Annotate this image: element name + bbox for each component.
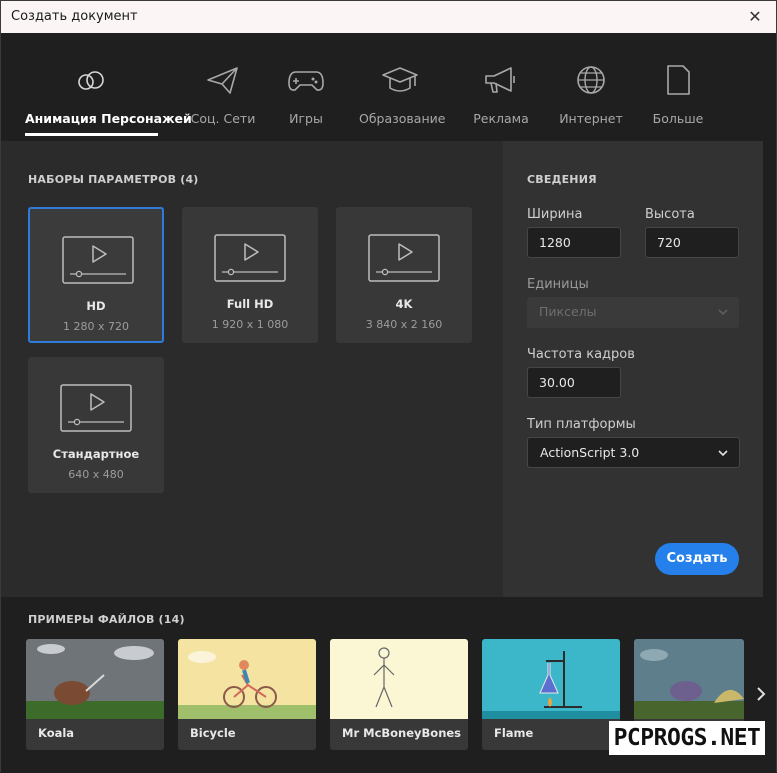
- preset-size: 3 840 x 2 160: [365, 318, 443, 331]
- skeleton-thumbnail: [330, 639, 468, 719]
- sample-flame[interactable]: Flame: [482, 639, 620, 750]
- tab-education[interactable]: Образование: [359, 33, 446, 141]
- presets-panel: НАБОРЫ ПАРАМЕТРОВ (4) HD 1 280 x 720 Ful…: [1, 141, 503, 597]
- tab-label: Образование: [359, 111, 446, 126]
- active-tab-indicator: [25, 133, 158, 136]
- fps-label: Частота кадров: [527, 347, 635, 362]
- sample-koala[interactable]: Koala: [26, 639, 164, 750]
- platform-label: Тип платформы: [527, 417, 636, 432]
- chevron-right-icon[interactable]: [753, 684, 769, 704]
- preset-name: Стандартное: [52, 447, 140, 461]
- platform-dropdown[interactable]: ActionScript 3.0: [527, 437, 740, 468]
- sample-thumbnail: [634, 639, 744, 719]
- samples-title: ПРИМЕРЫ ФАЙЛОВ (14): [28, 613, 185, 626]
- width-label: Ширина: [527, 207, 583, 222]
- watermark: PCPROGS.NET: [609, 721, 765, 755]
- presets-title: НАБОРЫ ПАРАМЕТРОВ (4): [28, 173, 199, 186]
- height-input[interactable]: 720: [645, 227, 739, 258]
- tab-label: Реклама: [473, 111, 529, 126]
- flame-thumbnail: [482, 639, 620, 719]
- graduation-cap-icon: [382, 67, 418, 92]
- preset-card-standard[interactable]: Стандартное 640 x 480: [28, 357, 164, 493]
- video-preset-icon: [62, 236, 134, 284]
- character-animation-icon: [77, 71, 104, 90]
- title-bar: Создать документ ✕: [1, 1, 776, 33]
- video-preset-icon: [368, 234, 440, 282]
- sample-name: Mr McBoneyBones: [342, 726, 462, 740]
- units-label: Единицы: [527, 277, 589, 292]
- preset-name: HD: [86, 299, 106, 313]
- units-value: Пикселы: [539, 304, 597, 319]
- chevron-down-icon: [718, 450, 728, 457]
- tab-character-animation[interactable]: Анимация Персонажей: [25, 33, 192, 141]
- preset-name: Full HD: [226, 297, 274, 311]
- tab-ads[interactable]: Реклама: [473, 33, 529, 141]
- window-title: Создать документ: [11, 9, 138, 24]
- sample-mr-mcboneybones[interactable]: Mr McBoneyBones: [330, 639, 468, 750]
- preset-card-4k[interactable]: 4K 3 840 x 2 160: [336, 207, 472, 343]
- preset-card-full-hd[interactable]: Full HD 1 920 x 1 080: [182, 207, 318, 343]
- preset-size: 640 x 480: [68, 468, 124, 481]
- create-button[interactable]: Создать: [655, 543, 739, 575]
- height-label: Высота: [645, 207, 695, 222]
- width-input[interactable]: 1280: [527, 227, 621, 258]
- video-preset-icon: [60, 384, 132, 432]
- sample-bicycle[interactable]: Bicycle: [178, 639, 316, 750]
- tab-social[interactable]: Соц. Сети: [189, 33, 257, 141]
- units-dropdown[interactable]: Пикселы: [527, 297, 739, 328]
- tab-label: Соц. Сети: [190, 111, 256, 126]
- paper-plane-icon: [207, 67, 238, 94]
- preset-name: 4K: [395, 297, 413, 311]
- tab-label: Анимация Персонажей: [25, 111, 192, 126]
- category-tabs: Анимация Персонажей Соц. Сети Игры Образ…: [1, 33, 776, 141]
- details-panel: СВЕДЕНИЯ Ширина 1280 Высота 720 Единицы …: [503, 141, 763, 597]
- preset-size: 1 920 x 1 080: [211, 318, 289, 331]
- details-title: СВЕДЕНИЯ: [527, 173, 597, 186]
- tab-games[interactable]: Игры: [283, 33, 329, 141]
- bicycle-thumbnail: [178, 639, 316, 719]
- chevron-down-icon: [718, 309, 728, 316]
- sample-name: Bicycle: [190, 726, 236, 740]
- sample-name: Koala: [38, 726, 75, 740]
- close-icon[interactable]: ✕: [744, 6, 766, 28]
- document-icon: [667, 65, 690, 95]
- fps-input[interactable]: 30.00: [527, 367, 621, 398]
- globe-icon: [577, 66, 605, 94]
- tab-label: Интернет: [559, 111, 623, 126]
- video-preset-icon: [214, 234, 286, 282]
- gamepad-icon: [288, 71, 324, 91]
- create-document-dialog: Создать документ ✕ Анимация Персонажей С…: [0, 0, 777, 773]
- preset-size: 1 280 x 720: [63, 320, 129, 333]
- tab-label: Игры: [289, 111, 323, 126]
- platform-value: ActionScript 3.0: [540, 445, 640, 460]
- preset-card-hd[interactable]: HD 1 280 x 720: [28, 207, 164, 343]
- koala-thumbnail: [26, 639, 164, 719]
- sample-name: Flame: [494, 726, 534, 740]
- tab-label: Больше: [652, 111, 704, 126]
- tab-more[interactable]: Больше: [651, 33, 705, 141]
- tab-internet[interactable]: Интернет: [559, 33, 623, 141]
- megaphone-icon: [485, 67, 515, 93]
